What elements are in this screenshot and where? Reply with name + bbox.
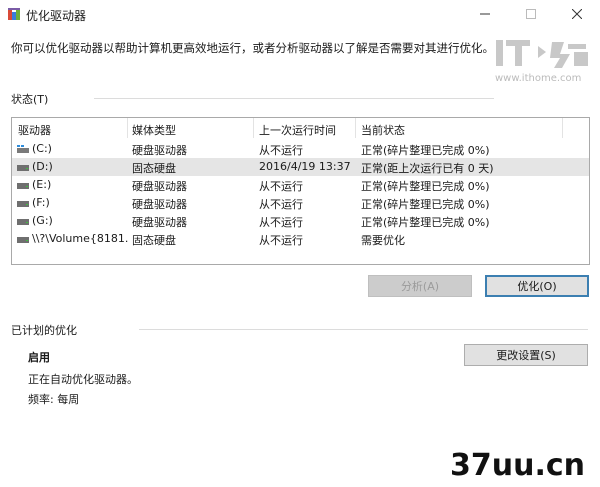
drive-row[interactable]: (C:) 硬盘驱动器 从不运行 正常(碎片整理已完成 0%) bbox=[12, 140, 589, 158]
last-run: 2016/4/19 13:37 bbox=[259, 160, 351, 173]
media-type: 硬盘驱动器 bbox=[132, 180, 187, 193]
schedule-divider bbox=[139, 329, 588, 330]
drive-row[interactable]: \\?\Volume{8181... 固态硬盘 从不运行 需要优化 bbox=[12, 230, 589, 248]
column-header-status[interactable]: 当前状态 bbox=[361, 122, 405, 138]
schedule-frequency: 频率: 每周 bbox=[28, 393, 80, 406]
column-separator bbox=[127, 118, 128, 138]
title-bar: 优化驱动器 bbox=[0, 0, 600, 28]
media-type: 硬盘驱动器 bbox=[132, 198, 187, 211]
media-type: 硬盘驱动器 bbox=[132, 216, 187, 229]
description-text: 你可以优化驱动器以帮助计算机更高效地运行，或者分析驱动器以了解是否需要对其进行优… bbox=[11, 41, 494, 55]
schedule-state: 启用 bbox=[28, 351, 50, 364]
media-type: 固态硬盘 bbox=[132, 162, 176, 175]
current-status: 正常(碎片整理已完成 0%) bbox=[361, 180, 490, 193]
drive-row[interactable]: (F:) 硬盘驱动器 从不运行 正常(碎片整理已完成 0%) bbox=[12, 194, 589, 212]
current-status: 正常(距上次运行已有 0 天) bbox=[361, 162, 494, 175]
last-run: 从不运行 bbox=[259, 180, 303, 193]
maximize-button[interactable] bbox=[508, 0, 554, 28]
media-type: 硬盘驱动器 bbox=[132, 144, 187, 157]
drive-icon bbox=[17, 183, 29, 189]
close-icon bbox=[572, 9, 582, 19]
column-header-last-run[interactable]: 上一次运行时间 bbox=[259, 122, 336, 138]
drive-list-header: 驱动器 媒体类型 上一次运行时间 当前状态 bbox=[12, 118, 589, 138]
minimize-button[interactable] bbox=[462, 0, 508, 28]
media-type: 固态硬盘 bbox=[132, 234, 176, 247]
column-separator bbox=[253, 118, 254, 138]
drive-icon bbox=[17, 201, 29, 207]
drive-name: (E:) bbox=[32, 178, 52, 191]
status-section-label: 状态(T) bbox=[11, 93, 49, 106]
optimize-button[interactable]: 优化(O) bbox=[485, 275, 589, 297]
current-status: 正常(碎片整理已完成 0%) bbox=[361, 198, 490, 211]
drive-name: (G:) bbox=[32, 214, 53, 227]
schedule-section-label: 已计划的优化 bbox=[11, 324, 77, 337]
column-header-media[interactable]: 媒体类型 bbox=[132, 122, 176, 138]
current-status: 正常(碎片整理已完成 0%) bbox=[361, 216, 490, 229]
drive-name: \\?\Volume{8181... bbox=[32, 232, 128, 245]
watermark-text: 37uu.cn bbox=[450, 448, 585, 482]
column-separator bbox=[562, 118, 563, 138]
window-title: 优化驱动器 bbox=[26, 9, 87, 23]
drive-icon bbox=[17, 165, 29, 171]
drive-icon bbox=[17, 237, 29, 243]
drive-icon bbox=[17, 219, 29, 225]
37uu-watermark: 37uu.cn bbox=[450, 448, 585, 482]
drive-row[interactable]: (G:) 硬盘驱动器 从不运行 正常(碎片整理已完成 0%) bbox=[12, 212, 589, 230]
last-run: 从不运行 bbox=[259, 198, 303, 211]
defrag-app-icon bbox=[8, 8, 20, 20]
change-settings-button[interactable]: 更改设置(S) bbox=[464, 344, 588, 366]
drive-name: (D:) bbox=[32, 160, 53, 173]
drive-row[interactable]: (E:) 硬盘驱动器 从不运行 正常(碎片整理已完成 0%) bbox=[12, 176, 589, 194]
column-header-drive[interactable]: 驱动器 bbox=[18, 122, 51, 138]
last-run: 从不运行 bbox=[259, 234, 303, 247]
current-status: 需要优化 bbox=[361, 234, 405, 247]
column-separator bbox=[355, 118, 356, 138]
current-status: 正常(碎片整理已完成 0%) bbox=[361, 144, 490, 157]
drive-row-selected[interactable]: (D:) 固态硬盘 2016/4/19 13:37 正常(距上次运行已有 0 天… bbox=[12, 158, 589, 176]
drive-name: (F:) bbox=[32, 196, 50, 209]
analyze-button[interactable]: 分析(A) bbox=[368, 275, 472, 297]
windows-drive-icon bbox=[17, 145, 29, 153]
maximize-icon bbox=[526, 9, 536, 19]
drive-list[interactable]: 驱动器 媒体类型 上一次运行时间 当前状态 (C:) 硬盘驱动器 从不运行 正常… bbox=[11, 117, 590, 265]
last-run: 从不运行 bbox=[259, 216, 303, 229]
status-divider bbox=[94, 98, 494, 99]
minimize-icon bbox=[480, 13, 490, 15]
schedule-message: 正在自动优化驱动器。 bbox=[28, 373, 138, 386]
close-button[interactable] bbox=[554, 0, 600, 28]
last-run: 从不运行 bbox=[259, 144, 303, 157]
watermark-url: www.ithome.com bbox=[495, 73, 582, 84]
drive-name: (C:) bbox=[32, 142, 52, 155]
